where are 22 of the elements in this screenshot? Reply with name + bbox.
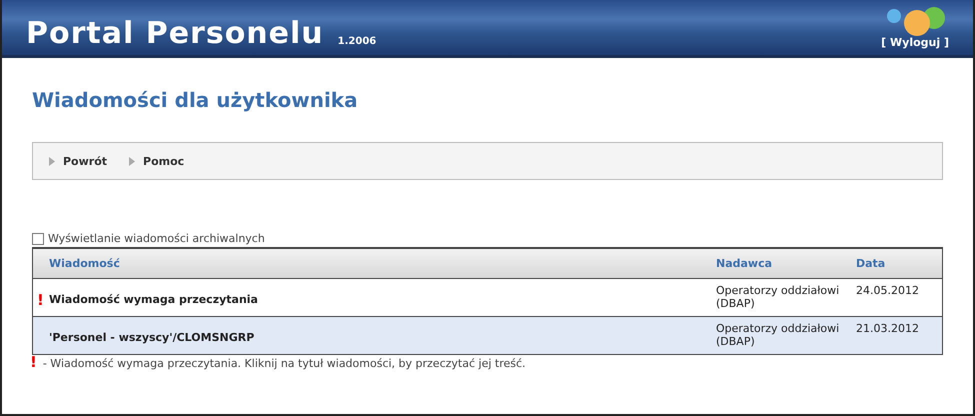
checkbox[interactable] — [32, 232, 44, 244]
triangle-icon — [49, 156, 55, 166]
column-header: Nadawca — [716, 249, 856, 278]
column-header: Wiadomość — [33, 249, 716, 278]
legend-text: - Wiadomość wymaga przeczytania. Kliknij na tytuł wiadomości, by przeczytać jej treść. — [42, 357, 526, 370]
message-link[interactable]: Wiadomość wymaga przeczytania — [49, 293, 258, 307]
checkbox-label: Wyświetlanie wiadomości archiwalnych — [48, 232, 265, 245]
page-title: Wiadomości dla użytkownika — [32, 88, 359, 112]
app-title: Portal Personelu — [26, 19, 324, 49]
triangle-icon — [129, 156, 136, 166]
bubbles-logo-icon — [884, 6, 946, 36]
table-cell: Operatorzy oddziałowi (DBAP) — [716, 316, 856, 354]
message-link[interactable]: 'Personel - wszyscy'/CLOMSNGRP — [49, 331, 254, 345]
table-cell[interactable]: 'Personel - wszyscy'/CLOMSNGRP — [33, 316, 716, 354]
toolbar-link[interactable]: Pomoc — [129, 154, 184, 168]
unread-mark: ! — [30, 355, 37, 370]
table-cell: 21.03.2012 — [856, 316, 942, 354]
column-header: Data — [856, 249, 942, 278]
version-label: 1.2006 — [338, 36, 376, 47]
unread-mark: ! — [37, 291, 44, 309]
logout-link[interactable]: [ Wyloguj ] — [881, 36, 949, 49]
toolbar-link[interactable]: Powrót — [49, 154, 108, 168]
